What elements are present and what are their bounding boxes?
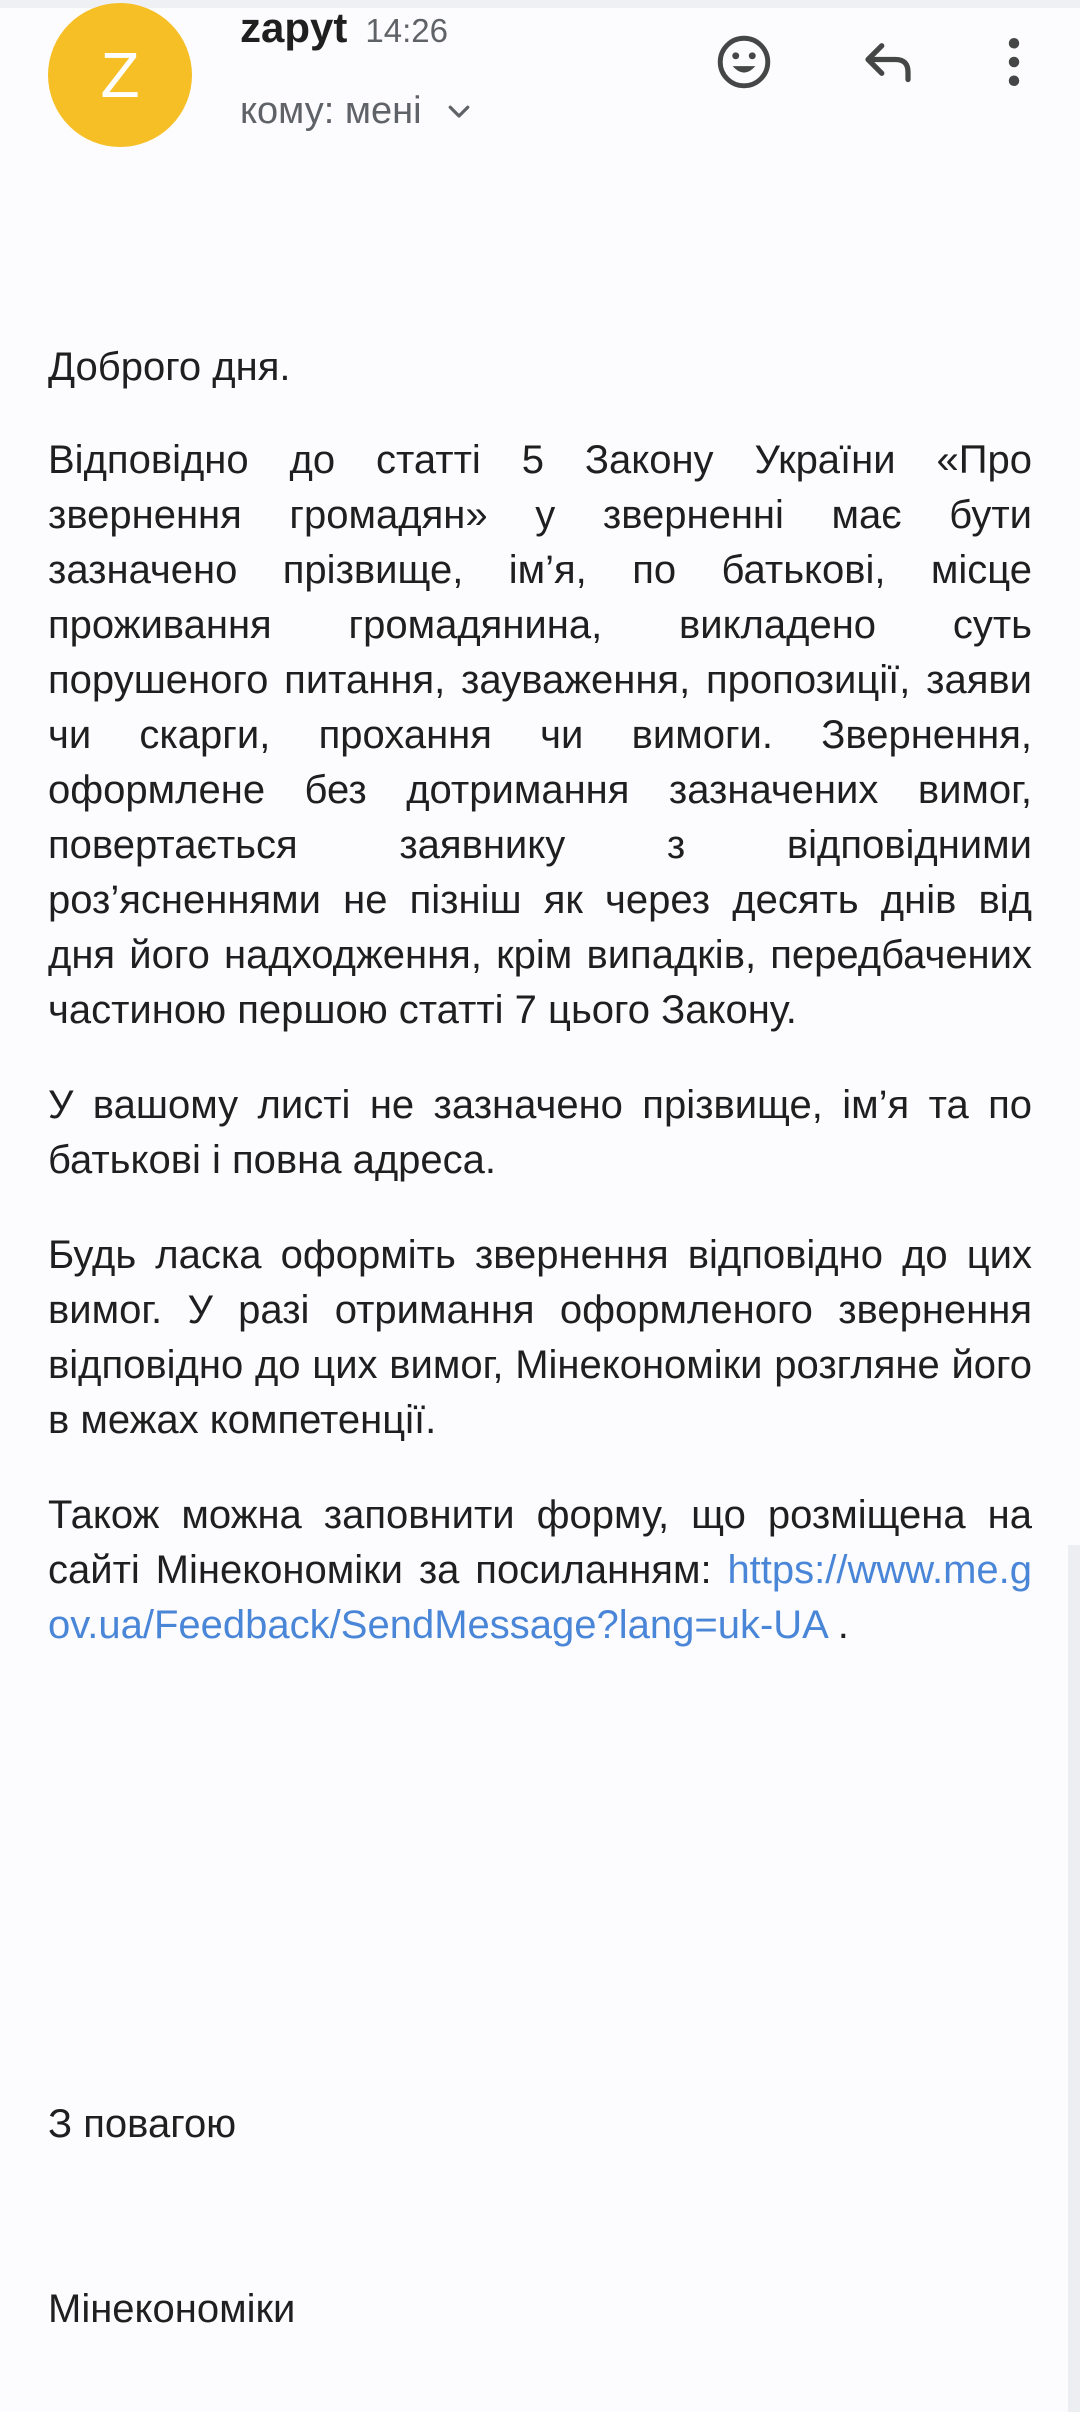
recipient-label: кому: мені	[240, 89, 422, 132]
message-time: 14:26	[365, 12, 448, 49]
message-header: Z zapyt 14:26 кому: мені	[0, 0, 1080, 170]
body-paragraph-law: Відповідно до статті 5 Закону України «П…	[48, 438, 1032, 1032]
body-paragraph-form: Також можна заповнити форму, що розміщен…	[48, 1488, 1032, 1653]
avatar-letter: Z	[100, 39, 140, 111]
sender-avatar[interactable]: Z	[48, 3, 192, 147]
body-paragraph-request: Будь ласка оформіть звернення відповідно…	[48, 1233, 1032, 1442]
greeting: Доброго дня.	[48, 345, 291, 389]
add-reaction-button[interactable]	[704, 24, 784, 104]
chevron-down-icon	[442, 94, 476, 128]
reply-arrow-icon	[858, 32, 918, 97]
reply-button[interactable]	[848, 24, 928, 104]
smile-face-icon	[713, 31, 775, 98]
body-paragraph-missing-info: У вашому листі не зазначено прізвище, ім…	[48, 1083, 1032, 1182]
more-options-button[interactable]	[974, 24, 1054, 104]
scrollbar-track[interactable]	[1068, 1545, 1080, 2412]
more-vertical-icon	[994, 32, 1034, 97]
message-body: Доброго дня. Відповідно до статті 5 Зако…	[48, 340, 1032, 1693]
sender-line: zapyt 14:26	[240, 4, 448, 64]
signature: Мінекономіки	[48, 2287, 296, 2331]
form-text-end: .	[826, 1603, 849, 1647]
sender-name[interactable]: zapyt	[240, 4, 347, 52]
recipient-details-toggle[interactable]: кому: мені	[240, 80, 476, 142]
sign-off: З повагою	[48, 2102, 237, 2146]
